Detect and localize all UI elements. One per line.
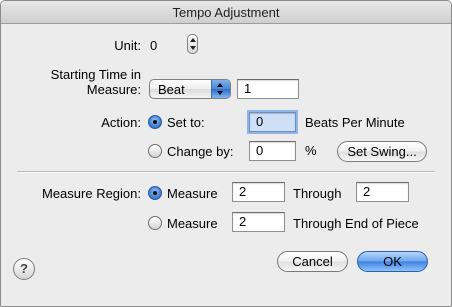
stepper-up-arrow-icon[interactable] <box>190 38 196 42</box>
measure-to-end-label[interactable]: Measure <box>167 216 218 231</box>
set-to-label[interactable]: Set to: <box>167 115 205 130</box>
measure-through-field[interactable]: 2 <box>356 182 409 202</box>
measure-through-radio[interactable] <box>148 186 162 200</box>
ok-button[interactable]: OK <box>357 251 428 272</box>
popup-arrows-icon <box>211 80 230 98</box>
unit-value: 0 <box>150 38 158 53</box>
action-label: Action: <box>101 115 141 130</box>
measure-from-field[interactable]: 2 <box>232 182 285 202</box>
set-swing-button[interactable]: Set Swing... <box>337 141 427 162</box>
section-divider <box>17 171 435 173</box>
through-end-of-piece-label: Through End of Piece <box>293 216 419 231</box>
window-title: Tempo Adjustment <box>172 5 280 20</box>
set-to-radio[interactable] <box>148 115 162 129</box>
set-to-value-field[interactable]: 0 <box>249 112 296 132</box>
measure-through-label[interactable]: Measure <box>167 186 218 201</box>
help-icon[interactable]: ? <box>13 258 35 280</box>
tempo-adjustment-dialog: Tempo Adjustment Unit: 0 Starting Time i… <box>0 0 452 307</box>
measure-region-label: Measure Region: <box>42 186 141 201</box>
starting-time-unit-popup[interactable]: Beat <box>149 79 231 99</box>
change-by-label[interactable]: Change by: <box>167 144 234 159</box>
unit-label: Unit: <box>114 38 141 53</box>
cancel-button[interactable]: Cancel <box>277 251 348 272</box>
bpm-label: Beats Per Minute <box>305 115 405 130</box>
starting-time-unit-selected: Beat <box>158 82 185 97</box>
starting-time-label-line1: Starting Time in <box>50 67 141 82</box>
through-label: Through <box>293 186 342 201</box>
measure-to-end-from-field[interactable]: 2 <box>232 212 285 232</box>
unit-stepper[interactable] <box>187 34 198 54</box>
title-bar[interactable]: Tempo Adjustment <box>1 1 451 24</box>
change-by-radio[interactable] <box>148 144 162 158</box>
stepper-down-arrow-icon[interactable] <box>190 46 196 50</box>
measure-to-end-radio[interactable] <box>148 216 162 230</box>
starting-time-value-field[interactable]: 1 <box>237 79 299 99</box>
percent-label: % <box>305 143 317 158</box>
change-by-value-field[interactable]: 0 <box>249 141 296 161</box>
starting-time-label-line2: Measure: <box>86 82 141 97</box>
